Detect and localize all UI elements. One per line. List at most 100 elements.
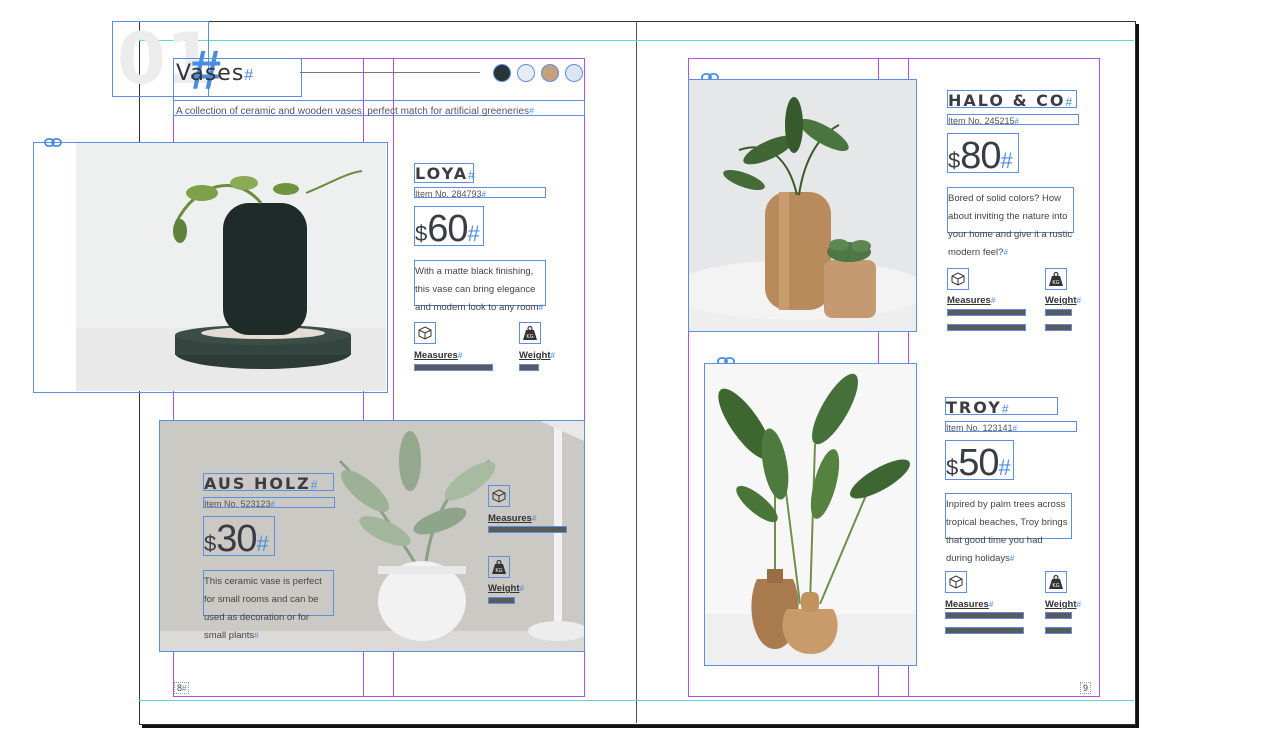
cube-icon (951, 272, 965, 286)
svg-text:KG: KG (1052, 280, 1059, 286)
swatch-dark[interactable] (493, 64, 511, 82)
page-spine (636, 21, 637, 723)
weight-value-bar[interactable] (519, 364, 539, 371)
weight-label: Weight (1045, 599, 1077, 610)
swatch-light[interactable] (517, 64, 535, 82)
price-halo-co: 80 (960, 135, 1001, 177)
page-number-left[interactable]: 8# (174, 682, 190, 694)
measures-value-bar[interactable] (945, 612, 1024, 619)
currency-symbol: $ (948, 148, 961, 173)
price-troy: 50 (958, 442, 999, 484)
measures-value-bar[interactable] (488, 526, 567, 533)
page-number-right[interactable]: 9 (1080, 682, 1092, 694)
title-rule (300, 72, 480, 73)
color-swatches (493, 64, 583, 82)
page-title: Vases (176, 61, 245, 86)
price-loya: 60 (427, 208, 468, 250)
product-photo-loya (76, 143, 386, 391)
currency-symbol: $ (946, 455, 959, 480)
weight-label: Weight (488, 583, 520, 594)
weight-value-bar[interactable] (488, 597, 515, 604)
weight-icon-frame[interactable]: KG (488, 556, 510, 578)
item-number-frame[interactable]: Item No. 284793# (414, 187, 546, 199)
weight-value-bar[interactable] (1045, 627, 1072, 634)
weight-icon-frame[interactable]: KG (1045, 571, 1067, 593)
measures-icon-frame[interactable] (947, 268, 969, 290)
weight-label-frame[interactable]: Weight# (1045, 597, 1081, 611)
kg-weight-icon: KG (1049, 271, 1063, 286)
product-name-loya: LOYA (415, 164, 469, 183)
weight-label-frame[interactable]: Weight# (519, 348, 555, 362)
svg-text:KG: KG (1052, 583, 1059, 589)
weight-label: Weight (1045, 295, 1077, 306)
item-number-aus-holz: Item No. 523123 (204, 499, 271, 509)
price-frame[interactable]: $60# (414, 206, 484, 250)
weight-label-frame[interactable]: Weight# (488, 581, 524, 595)
page-subtitle: A collection of ceramic and wooden vases… (176, 106, 529, 117)
measures-value-bar[interactable] (947, 324, 1026, 331)
item-number-frame[interactable]: Item No. 123141# (945, 421, 1077, 433)
measures-icon-frame[interactable] (488, 485, 510, 507)
product-name-halo-co: HALO & CO (948, 91, 1066, 110)
price-frame[interactable]: $30# (203, 516, 275, 560)
product-name-frame[interactable]: AUS HOLZ# (203, 473, 334, 493)
weight-value-bar[interactable] (1045, 309, 1072, 316)
measures-label: Measures (947, 295, 991, 306)
description-frame[interactable]: Inpired by palm trees across tropical be… (945, 493, 1072, 564)
weight-value-bar[interactable] (1045, 612, 1072, 619)
measures-label: Measures (488, 513, 532, 524)
product-name-frame[interactable]: TROY# (945, 397, 1058, 417)
svg-text:KG: KG (495, 568, 502, 574)
product-photo-halo-co[interactable] (688, 79, 917, 332)
measures-value-bar[interactable] (945, 627, 1024, 634)
weight-value-bar[interactable] (1045, 324, 1072, 331)
weight-label-frame[interactable]: Weight# (1045, 293, 1081, 307)
item-number-loya: Item No. 284793 (415, 189, 482, 199)
product-name-troy: TROY (946, 398, 1002, 417)
measures-label-frame[interactable]: Measures# (414, 348, 462, 362)
measures-label-frame[interactable]: Measures# (947, 293, 995, 307)
svg-text:KG: KG (526, 334, 533, 340)
price-aus-holz: 30 (216, 518, 257, 560)
currency-symbol: $ (415, 221, 428, 246)
hash-marker: # (244, 67, 254, 84)
product-name-aus-holz: AUS HOLZ (204, 474, 311, 493)
cube-icon (418, 326, 432, 340)
weight-label: Weight (519, 350, 551, 361)
measures-label: Measures (945, 599, 989, 610)
product-photo-troy[interactable] (704, 363, 917, 666)
weight-icon-frame[interactable]: KG (519, 322, 541, 344)
description-frame[interactable]: This ceramic vase is perfect for small r… (203, 570, 334, 641)
kg-weight-icon: KG (492, 559, 506, 574)
measures-value-bar[interactable] (414, 364, 493, 371)
item-number-halo-co: Item No. 245215 (948, 116, 1015, 126)
item-number-frame[interactable]: Item No. 245215# (947, 114, 1079, 126)
description-frame[interactable]: Bored of solid colors? How about invitin… (947, 187, 1074, 258)
product-name-frame[interactable]: HALO & CO# (947, 90, 1077, 110)
price-frame[interactable]: $50# (945, 440, 1014, 484)
subtitle-frame[interactable]: A collection of ceramic and wooden vases… (173, 100, 585, 117)
description-loya: With a matte black finishing, this vase … (415, 266, 539, 313)
kg-weight-icon: KG (1049, 574, 1063, 589)
price-frame[interactable]: $80# (947, 133, 1019, 177)
swatch-pale[interactable] (565, 64, 583, 82)
item-number-frame[interactable]: Item No. 523123# (203, 497, 335, 509)
cube-icon (949, 575, 963, 589)
measures-icon-frame[interactable] (414, 322, 436, 344)
horizontal-guide[interactable] (139, 40, 1134, 41)
link-icon[interactable] (44, 138, 62, 147)
weight-icon-frame[interactable]: KG (1045, 268, 1067, 290)
title-frame[interactable]: Vases# (173, 58, 302, 97)
currency-symbol: $ (204, 531, 217, 556)
measures-label-frame[interactable]: Measures# (945, 597, 993, 611)
product-name-frame[interactable]: LOYA# (414, 163, 475, 183)
measures-label-frame[interactable]: Measures# (488, 511, 536, 525)
swatch-wood[interactable] (541, 64, 559, 82)
measures-value-bar[interactable] (947, 309, 1026, 316)
measures-label: Measures (414, 350, 458, 361)
measures-icon-frame[interactable] (945, 571, 967, 593)
kg-weight-icon: KG (523, 325, 537, 340)
cube-icon (492, 489, 506, 503)
horizontal-guide[interactable] (139, 700, 1134, 701)
description-frame[interactable]: With a matte black finishing, this vase … (414, 260, 546, 313)
